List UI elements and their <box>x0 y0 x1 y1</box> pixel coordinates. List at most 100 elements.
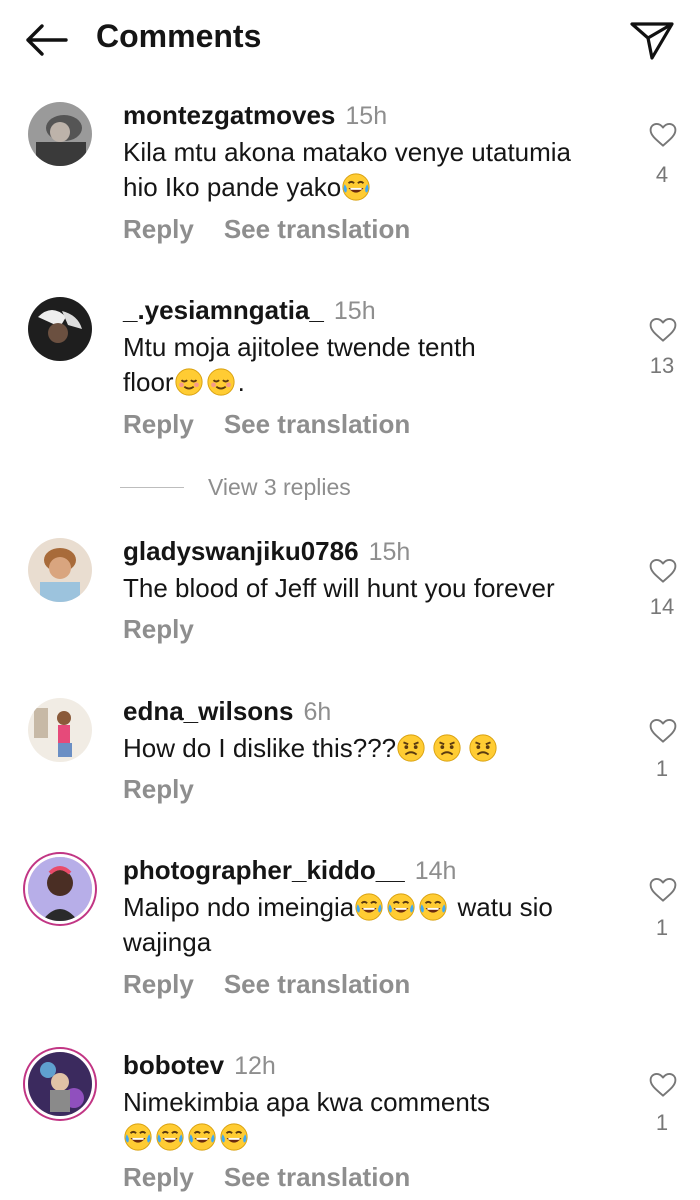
tears-of-joy-emoji-icon <box>155 1122 185 1152</box>
tears-of-joy-emoji-icon <box>354 892 384 922</box>
comment-actions: Reply See translation <box>123 969 410 1000</box>
comment-text: Mtu moja ajitolee twende tenth floor. <box>123 330 623 400</box>
username[interactable]: montezgatmoves <box>123 100 335 130</box>
avatar-image <box>28 297 92 361</box>
comment-item: montezgatmoves 15h Kila mtu akona matako … <box>0 100 700 250</box>
paper-plane-icon <box>630 22 674 60</box>
comment-actions: Reply See translation <box>123 1162 410 1193</box>
timestamp: 14h <box>414 857 457 885</box>
reply-button[interactable]: Reply <box>123 214 194 244</box>
avatar-image <box>28 857 92 921</box>
back-button[interactable] <box>22 20 70 60</box>
comment-item: bobotev 12h Nimekimbia apa kwa comments R… <box>0 1050 700 1200</box>
comment-line: Nimekimbia apa kwa comments <box>123 1087 491 1117</box>
comment-text: How do I dislike this??? <box>123 731 623 766</box>
timestamp: 15h <box>368 538 411 566</box>
avatar[interactable] <box>28 297 92 361</box>
avatar-image <box>28 1052 92 1116</box>
like-count: 4 <box>655 162 669 187</box>
comment-line: wajinga <box>123 927 212 957</box>
comment-line-text: Malipo ndo imeingia <box>123 892 355 922</box>
frowning-emoji-icon <box>468 733 498 763</box>
username[interactable]: bobotev <box>123 1050 224 1080</box>
comment-text: The blood of Jeff will hunt you forever <box>123 571 623 606</box>
timestamp: 15h <box>333 297 376 325</box>
heart-icon[interactable] <box>648 122 678 148</box>
avatar-image <box>28 538 92 602</box>
timestamp: 12h <box>234 1052 276 1080</box>
reply-button[interactable]: Reply <box>123 409 194 439</box>
tears-of-joy-emoji-icon <box>418 892 448 922</box>
avatar-image <box>28 698 92 762</box>
tears-of-joy-emoji-icon <box>187 1122 217 1152</box>
tears-of-joy-emoji-icon <box>341 172 371 202</box>
like-count: 1 <box>655 756 669 781</box>
comment-trailing: . <box>237 367 245 397</box>
heart-icon[interactable] <box>648 718 678 744</box>
comment-line: Malipo ndo imeingia watu sio <box>123 890 623 925</box>
heart-icon[interactable] <box>648 877 678 903</box>
comment-line-text: watu sio <box>457 892 553 922</box>
comment-line: Kila mtu akona matako venye utatumia <box>123 137 572 167</box>
heart-icon[interactable] <box>648 317 678 343</box>
comment-meta: gladyswanjiku0786 15h <box>123 536 410 567</box>
tears-of-joy-emoji-icon <box>123 1122 153 1152</box>
arrow-left-icon <box>26 24 68 56</box>
like-count: 1 <box>655 1110 669 1135</box>
heart-icon[interactable] <box>648 558 678 584</box>
timestamp: 6h <box>303 698 332 726</box>
comment-text: Malipo ndo imeingia watu sio wajinga <box>123 890 623 960</box>
avatar[interactable] <box>28 538 92 602</box>
tears-of-joy-emoji-icon <box>386 892 416 922</box>
like-count: 1 <box>655 915 669 940</box>
top-bar: Comments <box>0 0 700 78</box>
see-translation-link[interactable]: See translation <box>224 409 410 439</box>
frowning-emoji-icon <box>432 733 462 763</box>
username[interactable]: _.yesiamngatia_ <box>123 295 324 325</box>
page-title: Comments <box>96 18 262 54</box>
comment-line: Mtu moja ajitolee twende tenth <box>123 332 476 362</box>
comment-line <box>123 1120 623 1155</box>
comment-line-text: floor <box>123 367 174 397</box>
frowning-emoji-icon <box>396 733 426 763</box>
relieved-emoji-icon <box>174 367 204 397</box>
avatar[interactable] <box>28 857 92 921</box>
comment-meta: photographer_kiddo__ 14h <box>123 855 456 886</box>
view-replies-label: View 3 replies <box>208 474 351 500</box>
avatar-image <box>28 102 92 166</box>
avatar[interactable] <box>28 1052 92 1116</box>
divider-line <box>120 487 184 488</box>
share-button[interactable] <box>628 18 676 62</box>
comment-actions: Reply See translation <box>123 409 410 440</box>
comment-line: floor. <box>123 365 623 400</box>
username[interactable]: edna_wilsons <box>123 696 294 726</box>
reply-button[interactable]: Reply <box>123 1162 194 1192</box>
heart-icon[interactable] <box>648 1072 678 1098</box>
comment-line: How do I dislike this??? <box>123 731 623 766</box>
comment-actions: Reply See translation <box>123 214 410 245</box>
comment-item: edna_wilsons 6h How do I dislike this??? … <box>0 696 700 806</box>
like-count: 14 <box>649 594 675 619</box>
comment-item: photographer_kiddo__ 14h Malipo ndo imein… <box>0 855 700 1005</box>
comment-item: gladyswanjiku0786 15h The blood of Jeff w… <box>0 536 700 646</box>
tears-of-joy-emoji-icon <box>219 1122 249 1152</box>
comment-line-text: How do I dislike this??? <box>123 733 397 763</box>
comment-meta: _.yesiamngatia_ 15h <box>123 295 376 326</box>
avatar[interactable] <box>28 698 92 762</box>
reply-button[interactable]: Reply <box>123 614 194 644</box>
username[interactable]: gladyswanjiku0786 <box>123 536 359 566</box>
reply-button[interactable]: Reply <box>123 774 194 804</box>
comment-meta: bobotev 12h <box>123 1050 276 1081</box>
timestamp: 15h <box>345 102 388 130</box>
comment-line: hio Iko pande yako <box>123 170 623 205</box>
comment-text: Nimekimbia apa kwa comments <box>123 1085 623 1155</box>
comment-line-text: hio Iko pande yako <box>123 172 342 202</box>
see-translation-link[interactable]: See translation <box>224 214 410 244</box>
comment-meta: montezgatmoves 15h <box>123 100 387 131</box>
see-translation-link[interactable]: See translation <box>224 969 410 999</box>
username[interactable]: photographer_kiddo__ <box>123 855 405 885</box>
see-translation-link[interactable]: See translation <box>224 1162 410 1192</box>
avatar[interactable] <box>28 102 92 166</box>
comment-line: The blood of Jeff will hunt you forever <box>123 573 555 603</box>
reply-button[interactable]: Reply <box>123 969 194 999</box>
